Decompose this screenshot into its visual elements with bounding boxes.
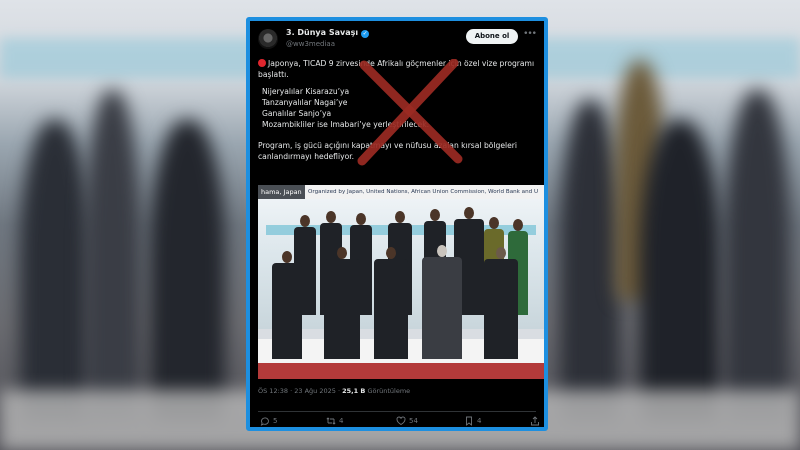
list-item: Tanzanyalılar Nagai’ye [262,98,348,107]
person [484,247,518,359]
person [374,247,408,359]
views-label: Görüntüleme [367,387,411,395]
tweet-date[interactable]: 23 Ağu 2025 [294,387,336,395]
heart-icon [396,416,406,426]
bookmark-icon [466,416,472,426]
bookmark-count: 4 [477,417,482,425]
avatar[interactable] [258,29,278,49]
tweet-intro-text: Japonya, TICAD 9 zirvesinde Afrikalı göç… [258,59,535,79]
account-name-text[interactable]: 3. Dünya Savaşı [286,28,358,37]
tweet-outro: Program, iş gücü açığını kapatmayı ve nü… [258,141,518,161]
tweet-time[interactable]: ÖS 12:38 [258,387,288,395]
account-handle[interactable]: @ww3mediaa [286,40,335,48]
share-button[interactable] [530,416,540,426]
photo-location-tag: hama, Japan [258,185,305,199]
verified-badge-icon: ✓ [361,30,370,38]
tweet-photo[interactable]: hama, Japan Organized by Japan, United N… [258,185,544,379]
list-item: Ganalılar Sanjo’ya [262,109,332,118]
tweet-text: Japonya, TICAD 9 zirvesinde Afrikalı göç… [258,58,542,162]
reply-button[interactable]: 5 [260,416,277,426]
red-circle-icon [258,59,266,67]
repost-icon [326,417,336,425]
reply-icon [260,417,269,426]
tweet-intro: Japonya, TICAD 9 zirvesinde Afrikalı göç… [258,58,542,80]
bullet-list: Nijeryalılar Kisarazu’ya Tanzanyalılar N… [262,86,542,130]
like-button[interactable]: 54 [396,416,418,426]
list-item: Nijeryalılar Kisarazu’ya [262,87,350,96]
tweet-meta: ÖS 12:38 · 23 Ağu 2025 · 25,1 B Görüntül… [258,387,411,395]
reply-count: 5 [273,417,278,425]
account-name[interactable]: 3. Dünya Savaşı ✓ [286,28,370,38]
views-count: 25,1 B [342,387,366,395]
bookmark-button[interactable]: 4 [464,416,481,426]
follow-button[interactable]: Abone ol [466,29,518,44]
share-icon [531,416,539,426]
tweet-header: 3. Dünya Savaşı ✓ @ww3mediaa Abone ol ••• [258,27,537,53]
more-icon[interactable]: ••• [523,29,537,39]
action-bar: 5 4 54 4 [258,411,539,427]
person [272,251,302,359]
person [324,247,360,359]
photo-organizer-caption: Organized by Japan, United Nations, Afri… [308,189,539,195]
repost-button[interactable]: 4 [326,416,343,426]
person [422,245,462,359]
tweet-card[interactable]: 3. Dünya Savaşı ✓ @ww3mediaa Abone ol •••… [246,17,548,431]
like-count: 54 [409,417,418,425]
list-item: Mozambikliler ise Imabari’ye yerleştiril… [262,120,430,129]
repost-count: 4 [339,417,344,425]
